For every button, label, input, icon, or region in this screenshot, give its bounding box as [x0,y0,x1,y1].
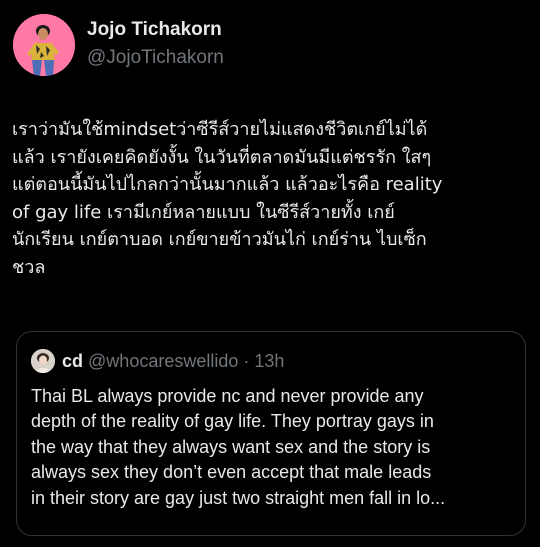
quoted-text-line: always sex they don’t even accept that m… [31,462,432,483]
quoted-tweet-card[interactable]: cd @whocareswellido · 13h Thai BL always… [16,331,526,536]
quoted-text-line: the way that they always want sex and th… [31,436,431,457]
author-avatar[interactable] [13,14,75,76]
quoted-text-line: depth of the reality of gay life. They p… [31,411,434,432]
tweet-text-line: แต่ตอนนี้มันไปไกลกว่านั้นมากแล้ว แล้วอะไ… [12,174,443,195]
meta-separator: · [243,351,255,371]
quoted-tweet-time[interactable]: 13h [254,351,284,371]
avatar-photo-icon [31,349,55,373]
author-handle[interactable]: @JojoTichakorn [87,47,224,69]
quoted-author-handle[interactable]: @whocareswellido [88,351,238,371]
tweet-text-line: เราว่ามันใช้mindsetว่าซีรีส์วายไม่แสดงชี… [12,119,428,140]
quoted-author-avatar[interactable] [31,349,55,373]
quoted-text-line: Thai BL always provide nc and never prov… [31,386,424,406]
tweet-text-line: ชวล [12,256,46,278]
author-name[interactable]: Jojo Tichakorn [87,19,222,41]
tweet-text: เราว่ามันใช้mindsetว่าซีรีส์วายไม่แสดงชี… [12,116,532,281]
tweet-text-line: นักเรียน เกย์ตาบอด เกย์ขายข้าวมันไก่ เกย… [12,229,427,250]
tweet: Jojo Tichakorn @JojoTichakorn เราว่ามันใ… [0,0,540,547]
tweet-text-line: แล้ว เรายังเคยคิดยังงั้น ในวันที่ตลาดมัน… [12,146,432,168]
quoted-author-name[interactable]: cd [62,351,83,371]
quoted-tweet-text: Thai BL always provide nc and never prov… [31,384,519,511]
avatar-photo-icon [13,14,75,76]
quoted-tweet-header: cd @whocareswellido · 13h [62,349,284,373]
tweet-text-line: of gay life เรามีเกย์หลายแบบ ในซีรีส์วาย… [12,201,395,223]
quoted-text-line: in their story are gay just two straight… [31,487,446,508]
